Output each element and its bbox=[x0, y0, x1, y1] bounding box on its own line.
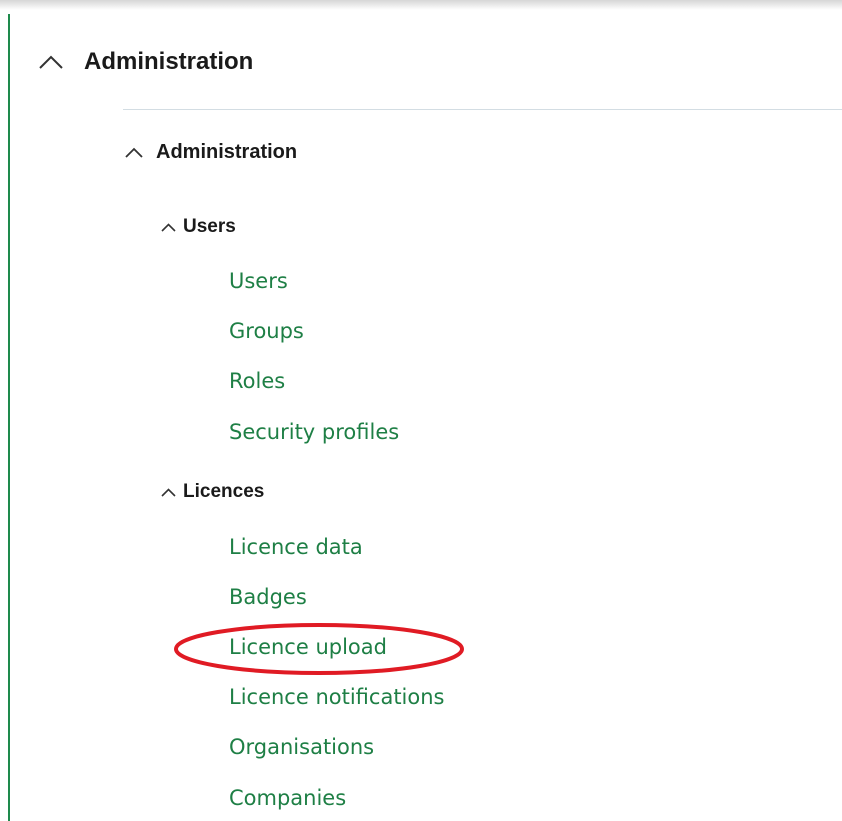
chevron-up-icon bbox=[160, 222, 177, 233]
menu-link-groups[interactable]: Groups bbox=[229, 319, 304, 343]
menu-link-organisations[interactable]: Organisations bbox=[229, 735, 374, 759]
menu-link-security-profiles[interactable]: Security profiles bbox=[229, 420, 399, 444]
menu-link-licence-notifications[interactable]: Licence notifications bbox=[229, 685, 445, 709]
menu-link-licence-data[interactable]: Licence data bbox=[229, 535, 363, 559]
group-title-licences: Licences bbox=[183, 481, 265, 502]
subsection-header-administration[interactable]: Administration bbox=[124, 141, 297, 164]
section-title: Administration bbox=[84, 48, 254, 75]
group-header-users[interactable]: Users bbox=[160, 216, 236, 238]
menu-link-badges[interactable]: Badges bbox=[229, 585, 307, 609]
menu-link-companies[interactable]: Companies bbox=[229, 786, 346, 810]
group-title-users: Users bbox=[183, 216, 236, 237]
section-header-administration[interactable]: Administration bbox=[38, 48, 253, 76]
section-divider bbox=[123, 109, 842, 110]
left-accent-bar bbox=[8, 14, 10, 821]
menu-link-roles[interactable]: Roles bbox=[229, 369, 285, 393]
group-header-licences[interactable]: Licences bbox=[160, 481, 264, 503]
chevron-up-icon bbox=[124, 146, 144, 159]
subsection-title: Administration bbox=[156, 141, 298, 163]
top-shadow bbox=[0, 0, 842, 10]
chevron-up-icon bbox=[160, 487, 177, 498]
menu-link-licence-upload[interactable]: Licence upload bbox=[229, 635, 387, 659]
admin-menu-page: Administration Administration Users User… bbox=[0, 0, 842, 821]
chevron-up-icon bbox=[38, 54, 64, 70]
menu-link-users[interactable]: Users bbox=[229, 269, 288, 293]
